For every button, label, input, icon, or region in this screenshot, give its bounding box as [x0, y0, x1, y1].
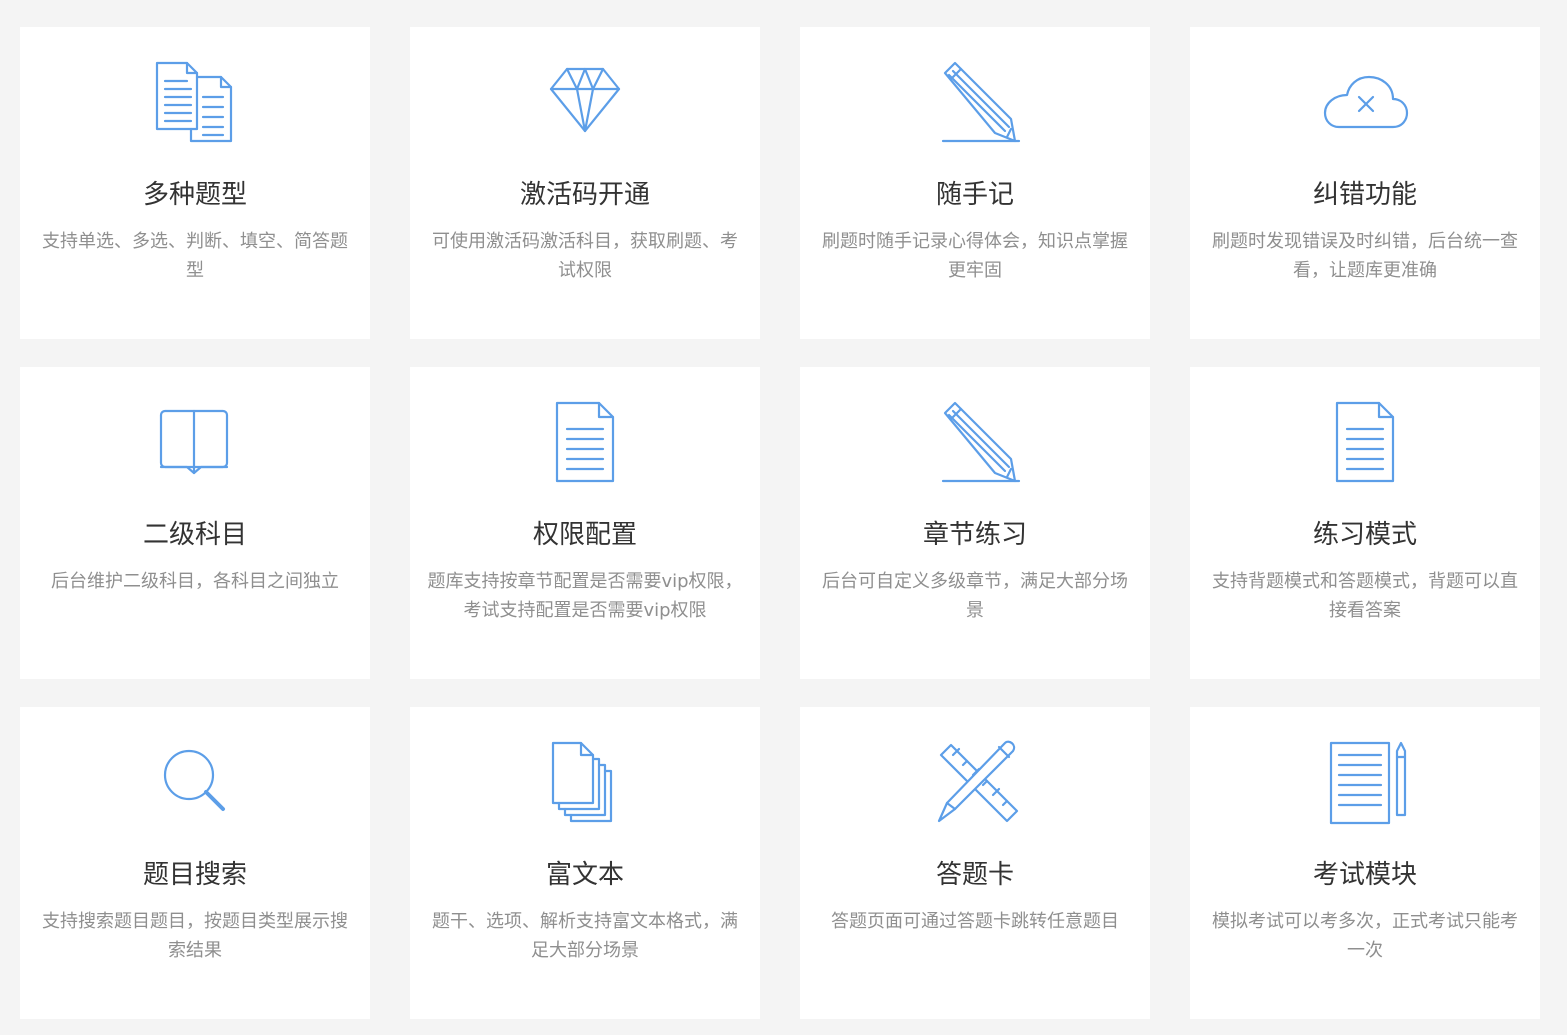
- feature-title: 富文本: [545, 860, 624, 890]
- file-stack-icon: [410, 737, 760, 827]
- document-icon: [410, 397, 760, 487]
- feature-card-exam-module[interactable]: 考试模块 模拟考试可以考多次，正式考试只能考一次: [1190, 707, 1540, 1019]
- book-icon: [20, 397, 370, 487]
- feature-card-permissions[interactable]: 权限配置 题库支持按章节配置是否需要vip权限，考试支持配置是否需要vip权限: [410, 367, 760, 679]
- feature-description: 刷题时随手记录心得体会，知识点掌握更牢固: [822, 231, 1128, 281]
- feature-title: 考试模块: [1312, 860, 1417, 890]
- pencil-icon: [800, 57, 1150, 147]
- feature-title: 二级科目: [142, 520, 247, 550]
- feature-title: 随手记: [935, 180, 1014, 210]
- feature-card-question-types[interactable]: 多种题型 支持单选、多选、判断、填空、简答题型: [20, 27, 370, 339]
- feature-description: 可使用激活码激活科目，获取刷题、考试权限: [432, 231, 738, 281]
- feature-title: 激活码开通: [519, 180, 650, 210]
- feature-card-chapter-practice[interactable]: 章节练习 后台可自定义多级章节，满足大部分场景: [800, 367, 1150, 679]
- document-icon: [1190, 397, 1540, 487]
- search-icon: [20, 737, 370, 827]
- feature-description: 支持搜索题目题目，按题目类型展示搜索结果: [42, 911, 348, 961]
- feature-grid: 多种题型 支持单选、多选、判断、填空、简答题型 激活码开通 可使用激活码激活科目…: [0, 0, 1567, 1035]
- feature-title: 练习模式: [1312, 520, 1417, 550]
- feature-description: 后台可自定义多级章节，满足大部分场景: [822, 571, 1128, 621]
- feature-title: 章节练习: [922, 520, 1027, 550]
- pencil-icon: [800, 397, 1150, 487]
- feature-description: 模拟考试可以考多次，正式考试只能考一次: [1212, 911, 1518, 961]
- feature-card-notes[interactable]: 随手记 刷题时随手记录心得体会，知识点掌握更牢固: [800, 27, 1150, 339]
- feature-card-error-correction[interactable]: 纠错功能 刷题时发现错误及时纠错，后台统一查看，让题库更准确: [1190, 27, 1540, 339]
- feature-card-sub-subjects[interactable]: 二级科目 后台维护二级科目，各科目之间独立: [20, 367, 370, 679]
- feature-description: 题库支持按章节配置是否需要vip权限，考试支持配置是否需要vip权限: [427, 571, 743, 621]
- feature-card-practice-mode[interactable]: 练习模式 支持背题模式和答题模式，背题可以直接看答案: [1190, 367, 1540, 679]
- diamond-icon: [410, 57, 760, 147]
- feature-description: 支持背题模式和答题模式，背题可以直接看答案: [1212, 571, 1518, 621]
- feature-description: 支持单选、多选、判断、填空、简答题型: [42, 231, 348, 281]
- ruler-pencil-icon: [800, 737, 1150, 827]
- feature-description: 刷题时发现错误及时纠错，后台统一查看，让题库更准确: [1212, 231, 1518, 281]
- feature-title: 多种题型: [142, 180, 247, 210]
- feature-title: 答题卡: [935, 860, 1014, 890]
- feature-description: 题干、选项、解析支持富文本格式，满足大部分场景: [432, 911, 738, 961]
- documents-icon: [20, 57, 370, 147]
- feature-card-question-search[interactable]: 题目搜索 支持搜索题目题目，按题目类型展示搜索结果: [20, 707, 370, 1019]
- feature-description: 后台维护二级科目，各科目之间独立: [51, 571, 339, 592]
- feature-title: 题目搜索: [142, 860, 247, 890]
- notepad-pen-icon: [1190, 737, 1540, 827]
- feature-title: 纠错功能: [1312, 180, 1417, 210]
- feature-description: 答题页面可通过答题卡跳转任意题目: [831, 911, 1119, 932]
- feature-card-activation-code[interactable]: 激活码开通 可使用激活码激活科目，获取刷题、考试权限: [410, 27, 760, 339]
- cloud-error-icon: [1190, 57, 1540, 147]
- feature-card-rich-text[interactable]: 富文本 题干、选项、解析支持富文本格式，满足大部分场景: [410, 707, 760, 1019]
- feature-card-answer-sheet[interactable]: 答题卡 答题页面可通过答题卡跳转任意题目: [800, 707, 1150, 1019]
- feature-title: 权限配置: [532, 520, 637, 550]
